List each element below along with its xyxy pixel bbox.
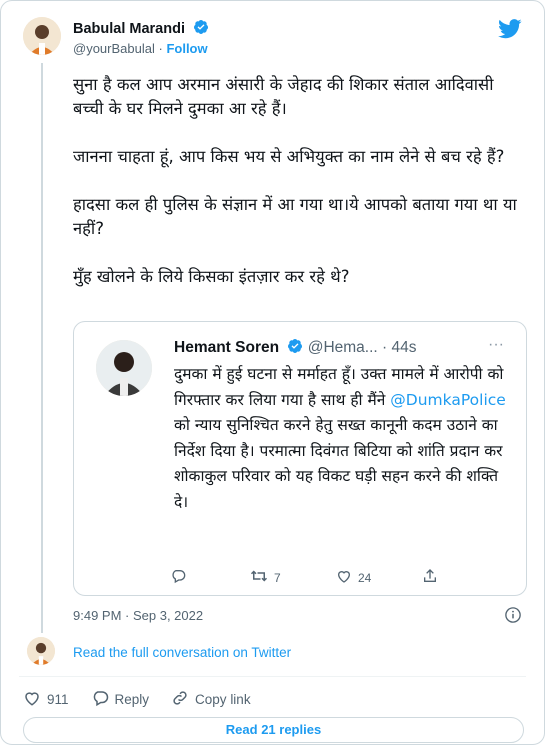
author-handle-row: @yourBabulal · Follow xyxy=(73,41,208,56)
more-options-icon[interactable]: ··· xyxy=(488,336,504,354)
quoted-retweet-button[interactable]: 7 xyxy=(250,568,281,587)
reply-label: Reply xyxy=(114,692,150,707)
quoted-text-part: को न्याय सुनिश्चित करने हेतु सख्त कानूनी… xyxy=(174,416,503,511)
verified-badge-icon xyxy=(287,338,303,359)
quoted-author-row: Hemant Soren @Hema... · 44s xyxy=(174,338,417,359)
heart-icon xyxy=(336,568,352,587)
copy-link-button[interactable]: Copy link xyxy=(171,689,251,710)
author-avatar[interactable] xyxy=(23,17,61,55)
reply-icon xyxy=(170,568,186,587)
like-count: 911 xyxy=(47,692,69,707)
quoted-share-button[interactable] xyxy=(422,568,438,587)
share-icon xyxy=(422,568,438,587)
quoted-actions: 7 24 xyxy=(170,568,470,588)
retweet-icon xyxy=(250,568,268,587)
read-replies-button[interactable]: Read 21 replies xyxy=(23,717,524,743)
quoted-reply-button[interactable] xyxy=(170,568,186,587)
heart-icon xyxy=(23,689,41,710)
quoted-like-button[interactable]: 24 xyxy=(336,568,371,587)
reply-button[interactable]: Reply xyxy=(91,689,150,710)
author-name[interactable]: Babulal Marandi xyxy=(73,19,209,39)
quoted-tweet[interactable]: Hemant Soren @Hema... · 44s ··· दुमका मे… xyxy=(73,321,527,596)
mention-link[interactable]: @DumkaPolice xyxy=(390,391,506,409)
separator-dot: · xyxy=(158,41,163,56)
verified-badge-icon xyxy=(193,19,209,39)
quoted-author-name[interactable]: Hemant Soren xyxy=(174,339,279,356)
tweet-card: Babulal Marandi @yourBabulal · Follow सु… xyxy=(0,0,545,745)
follow-link[interactable]: Follow xyxy=(166,41,207,56)
divider xyxy=(19,676,526,677)
info-icon[interactable] xyxy=(504,606,522,629)
tweet-actions: 911 Reply Copy link xyxy=(23,689,273,710)
retweet-count: 7 xyxy=(274,570,281,585)
quoted-author-avatar[interactable] xyxy=(96,340,152,396)
tweet-text: सुना है कल आप अरमान अंसारी के जेहाद की श… xyxy=(73,73,528,313)
quoted-time: · 44s xyxy=(382,339,417,356)
read-full-conversation-link[interactable]: Read the full conversation on Twitter xyxy=(73,645,291,660)
like-button[interactable]: 911 xyxy=(23,689,69,710)
twitter-bird-icon[interactable] xyxy=(498,19,522,44)
copy-link-label: Copy link xyxy=(195,692,251,707)
like-count: 24 xyxy=(358,570,372,585)
tweet-paragraph: हादसा कल ही पुलिस के संज्ञान में आ गया थ… xyxy=(73,195,517,238)
link-icon xyxy=(171,689,189,710)
tweet-timestamp[interactable]: 9:49 PM · Sep 3, 2022 xyxy=(73,608,203,623)
small-author-avatar[interactable] xyxy=(27,637,55,665)
thread-line xyxy=(41,63,43,633)
tweet-paragraph: सुना है कल आप अरमान अंसारी के जेहाद की श… xyxy=(73,75,494,118)
tweet-paragraph: जानना चाहता हूं, आप किस भय से अभियुक्त क… xyxy=(73,147,505,166)
quoted-author-handle[interactable]: @Hema... xyxy=(308,339,378,356)
tweet-paragraph: मुँह खोलने के लिये किसका इंतज़ार कर रहे … xyxy=(73,267,350,286)
reply-icon xyxy=(91,689,109,710)
author-handle[interactable]: @yourBabulal xyxy=(73,41,155,56)
quoted-text: दुमका में हुई घटना से मर्माहत हूँ। उक्त … xyxy=(174,362,514,515)
